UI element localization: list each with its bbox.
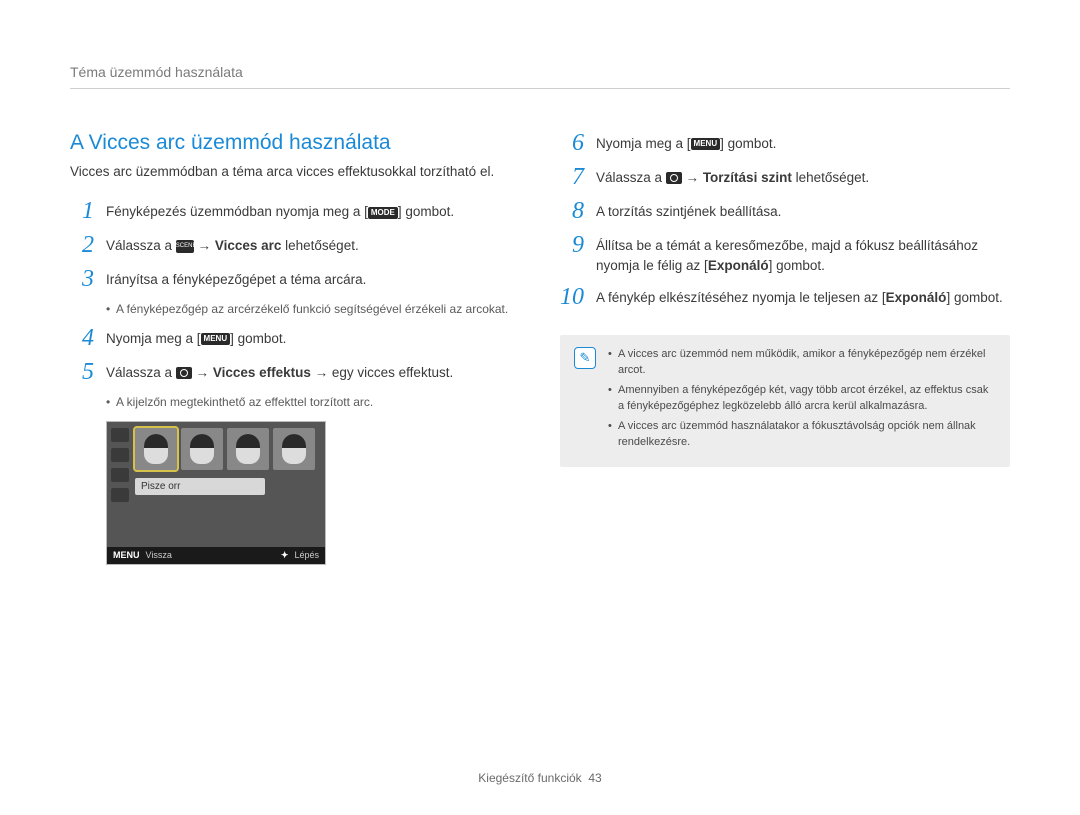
lcd-side-icon — [111, 488, 129, 502]
right-column: 6 Nyomja meg a [MENU] gombot. 7 Válassza… — [560, 131, 1010, 565]
step-3: 3 Irányítsa a fényképezőgépet a téma arc… — [70, 267, 520, 291]
step-number: 10 — [560, 285, 584, 309]
step-text: Válassza a → Torzítási szint lehetőséget… — [596, 165, 869, 188]
note-item: Amennyiben a fényképezőgép két, vagy töb… — [608, 383, 996, 415]
breadcrumb: Téma üzemmód használata — [70, 64, 1010, 89]
step-6: 6 Nyomja meg a [MENU] gombot. — [560, 131, 1010, 155]
step-number: 6 — [560, 131, 584, 155]
camera-lcd-preview: Pisze orr MENU Vissza ✦ Lépés — [106, 421, 326, 565]
step-7: 7 Válassza a → Torzítási szint lehetőség… — [560, 165, 1010, 189]
effect-thumb — [227, 428, 269, 470]
lcd-side-icons — [111, 428, 131, 502]
note-item: A vicces arc üzemmód nem működik, amikor… — [608, 347, 996, 379]
step-text: Állítsa be a témát a keresőmezőbe, majd … — [596, 233, 1010, 275]
step-5: 5 Válassza a → Vicces effektus → egy vic… — [70, 360, 520, 384]
step-number: 7 — [560, 165, 584, 189]
left-column: A Vicces arc üzemmód használata Vicces a… — [70, 131, 520, 565]
section-title: A Vicces arc üzemmód használata — [70, 131, 520, 155]
page-content: A Vicces arc üzemmód használata Vicces a… — [70, 131, 1010, 565]
lcd-bottom-bar: MENU Vissza ✦ Lépés — [107, 547, 325, 564]
scene-icon: SCENE — [176, 240, 194, 253]
note-icon: ✎ — [574, 347, 596, 369]
footer-section-label: Kiegészítő funkciók — [478, 771, 581, 785]
note-list: A vicces arc üzemmód nem működik, amikor… — [608, 347, 996, 455]
step-number: 8 — [560, 199, 584, 223]
step-number: 4 — [70, 326, 94, 350]
effect-thumb — [181, 428, 223, 470]
step-number: 2 — [70, 233, 94, 257]
step-text: Válassza a → Vicces effektus → egy vicce… — [106, 360, 453, 383]
sub-bullet: A kijelzőn megtekinthető az effekttel to… — [106, 394, 520, 411]
step-number: 1 — [70, 199, 94, 223]
step-text: Fényképezés üzemmódban nyomja meg a [MOD… — [106, 199, 454, 222]
step-5-sub: A kijelzőn megtekinthető az effekttel to… — [106, 394, 520, 411]
camera-icon — [176, 367, 192, 379]
camera-icon — [666, 172, 682, 184]
step-8: 8 A torzítás szintjének beállítása. — [560, 199, 1010, 223]
step-2: 2 Válassza a SCENE → Vicces arc lehetősé… — [70, 233, 520, 257]
step-9: 9 Állítsa be a témát a keresőmezőbe, maj… — [560, 233, 1010, 275]
step-4: 4 Nyomja meg a [MENU] gombot. — [70, 326, 520, 350]
menu-button-label: MENU — [201, 333, 231, 345]
effect-thumbnails — [135, 428, 321, 470]
step-text: A fénykép elkészítéséhez nyomja le telje… — [596, 285, 1003, 308]
step-number: 5 — [70, 360, 94, 384]
step-text: A torzítás szintjének beállítása. — [596, 199, 781, 222]
lcd-side-icon — [111, 468, 129, 482]
note-box: ✎ A vicces arc üzemmód nem működik, amik… — [560, 335, 1010, 467]
step-text: Nyomja meg a [MENU] gombot. — [596, 131, 776, 154]
step-number: 3 — [70, 267, 94, 291]
step-text: Irányítsa a fényképezőgépet a téma arcár… — [106, 267, 366, 290]
menu-button-label: MENU — [691, 138, 721, 150]
step-text: Válassza a SCENE → Vicces arc lehetősége… — [106, 233, 359, 256]
effect-name-label: Pisze orr — [135, 478, 265, 495]
page-footer: Kiegészítő funkciók 43 — [0, 771, 1080, 785]
lcd-step-label: Lépés — [294, 550, 319, 560]
mode-button-label: MODE — [368, 207, 398, 219]
lcd-screen: Pisze orr — [107, 422, 325, 547]
lcd-side-icon — [111, 428, 129, 442]
footer-page-number: 43 — [588, 771, 601, 785]
lcd-side-icon — [111, 448, 129, 462]
step-text: Nyomja meg a [MENU] gombot. — [106, 326, 286, 349]
step-3-sub: A fényképezőgép az arcérzékelő funkció s… — [106, 301, 520, 318]
step-1: 1 Fényképezés üzemmódban nyomja meg a [M… — [70, 199, 520, 223]
note-item: A vicces arc üzemmód használatakor a fók… — [608, 419, 996, 451]
effect-thumb — [135, 428, 177, 470]
lcd-menu-key: MENU — [113, 550, 140, 560]
sub-bullet: A fényképezőgép az arcérzékelő funkció s… — [106, 301, 520, 318]
lcd-nav-key: ✦ — [281, 550, 289, 561]
lcd-back-label: Vissza — [146, 550, 172, 560]
effect-thumb — [273, 428, 315, 470]
step-10: 10 A fénykép elkészítéséhez nyomja le te… — [560, 285, 1010, 309]
step-number: 9 — [560, 233, 584, 257]
intro-text: Vicces arc üzemmódban a téma arca vicces… — [70, 163, 520, 181]
